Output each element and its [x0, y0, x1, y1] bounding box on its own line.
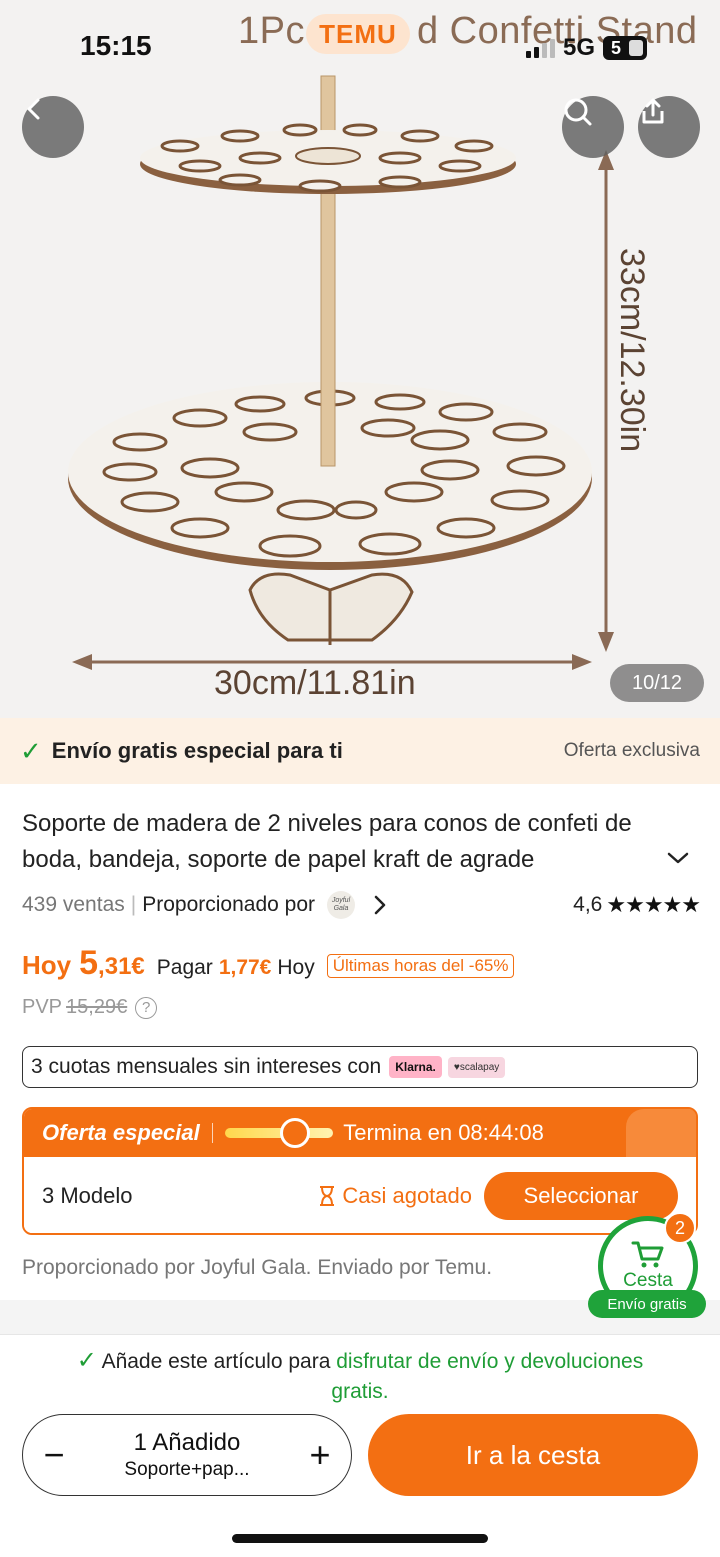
price-decimal: ,31€	[98, 953, 145, 980]
signal-icon	[526, 38, 555, 58]
pay-amount: 1,77€	[218, 956, 272, 979]
cart-count-badge: 2	[664, 1212, 696, 1244]
battery-level: 5	[611, 37, 622, 58]
stars-icon: ★★★★★	[606, 892, 701, 917]
today-label: Hoy	[22, 950, 72, 980]
special-offer-title: Oferta especial	[42, 1120, 200, 1145]
stock-text: Casi agotado	[342, 1183, 472, 1208]
store-logo[interactable]: Joyful Gala	[327, 891, 355, 919]
image-counter: 10/12	[610, 664, 704, 702]
temu-logo: TEMU	[306, 14, 410, 54]
pvp-label: PVP	[22, 996, 63, 1018]
network-type: 5G	[563, 34, 596, 61]
price-integer: 5	[79, 944, 99, 982]
back-button[interactable]	[22, 96, 84, 158]
special-offer-header: Oferta especial Termina en 08:44:08	[24, 1109, 696, 1157]
hourglass-icon	[320, 1186, 335, 1206]
quantity-stepper: − 1 Añadido Soporte+pap... +	[22, 1414, 352, 1496]
pay-suffix: Hoy	[277, 956, 315, 979]
plus-button[interactable]: +	[289, 1414, 351, 1496]
exclusive-offer-text: Oferta exclusiva	[563, 740, 700, 761]
chevron-right-icon[interactable]	[369, 894, 391, 916]
pvp-row: PVP 15,29€ ?	[22, 996, 158, 1019]
model-selector-row[interactable]: 3 Modelo Casi agotado Seleccionar	[24, 1157, 696, 1233]
installments-banner[interactable]: 3 cuotas mensuales sin intereses con Kla…	[22, 1046, 698, 1088]
check-icon: ✓	[20, 735, 42, 766]
added-summary[interactable]: 1 Añadido Soporte+pap...	[85, 1429, 289, 1481]
check-icon: ✓	[76, 1347, 97, 1374]
sales-count: 439 ventas	[22, 893, 125, 916]
klarna-logo: Klarna.	[389, 1056, 442, 1078]
home-indicator[interactable]	[232, 1534, 488, 1543]
model-count: 3 Modelo	[42, 1183, 133, 1208]
timer-icon	[280, 1118, 311, 1148]
width-dimension-label: 30cm/11.81in	[214, 664, 416, 702]
select-button[interactable]: Seleccionar	[484, 1172, 678, 1220]
product-meta-row: 439 ventas | Proporcionado por Joyful Gal…	[22, 891, 701, 919]
status-indicators: 5G 5	[526, 34, 648, 62]
offer-countdown: Termina en 08:44:08	[343, 1120, 544, 1145]
question-icon[interactable]: ?	[135, 996, 158, 1019]
share-button[interactable]	[638, 96, 700, 158]
free-shipping-text: Envío gratis especial para ti	[51, 738, 343, 763]
provided-by-label[interactable]: Proporcionado por	[142, 893, 315, 917]
installments-text: 3 cuotas mensuales sin intereses con	[31, 1055, 382, 1078]
height-dimension-label: 33cm/12.30in	[613, 248, 651, 453]
special-offer-box: Oferta especial Termina en 08:44:08 3 Mo…	[22, 1107, 698, 1235]
cart-free-shipping-badge: Envío gratis	[588, 1290, 706, 1318]
chevron-left-icon	[27, 98, 40, 120]
product-image-carousel[interactable]: 1Pc d Confetti Stand TEMU 15:15 5G 5 33cm…	[0, 0, 720, 718]
status-time: 15:15	[80, 30, 152, 61]
share-icon	[642, 98, 664, 124]
price-row: Hoy 5 ,31€ Pagar 1,77€ Hoy Últimas horas…	[22, 944, 515, 988]
cart-label: Cesta	[623, 1270, 673, 1291]
discount-badge: Últimas horas del -65%	[326, 954, 515, 978]
added-count: 1 Añadido	[133, 1429, 241, 1456]
free-shipping-note: ✓ Añade este artículo para disfrutar de …	[76, 1347, 644, 1403]
offer-progress-bar	[225, 1118, 334, 1148]
scalapay-logo: ♥scalapay	[447, 1056, 506, 1078]
offer-decoration	[626, 1109, 696, 1157]
search-button[interactable]	[562, 96, 624, 158]
added-item-name: Soporte+pap...	[124, 1459, 250, 1480]
search-icon	[564, 98, 592, 126]
minus-button[interactable]: −	[23, 1414, 85, 1496]
stock-status: Casi agotado	[318, 1183, 472, 1209]
cart-icon	[631, 1241, 664, 1268]
pay-label: Pagar	[156, 956, 213, 979]
battery-icon: 5	[603, 36, 648, 60]
chevron-down-icon[interactable]	[664, 846, 692, 870]
product-title: Soporte de madera de 2 niveles para cono…	[22, 810, 632, 873]
go-to-cart-button[interactable]: Ir a la cesta	[368, 1414, 698, 1496]
rating[interactable]: 4,6 ★★★★★	[573, 892, 701, 918]
seller-note: Proporcionado por Joyful Gala. Enviado p…	[22, 1256, 493, 1279]
pvp-value: 15,29€	[66, 996, 128, 1018]
free-shipping-banner[interactable]: ✓ Envío gratis especial para ti Oferta e…	[0, 718, 720, 784]
rating-value: 4,6	[573, 893, 603, 916]
